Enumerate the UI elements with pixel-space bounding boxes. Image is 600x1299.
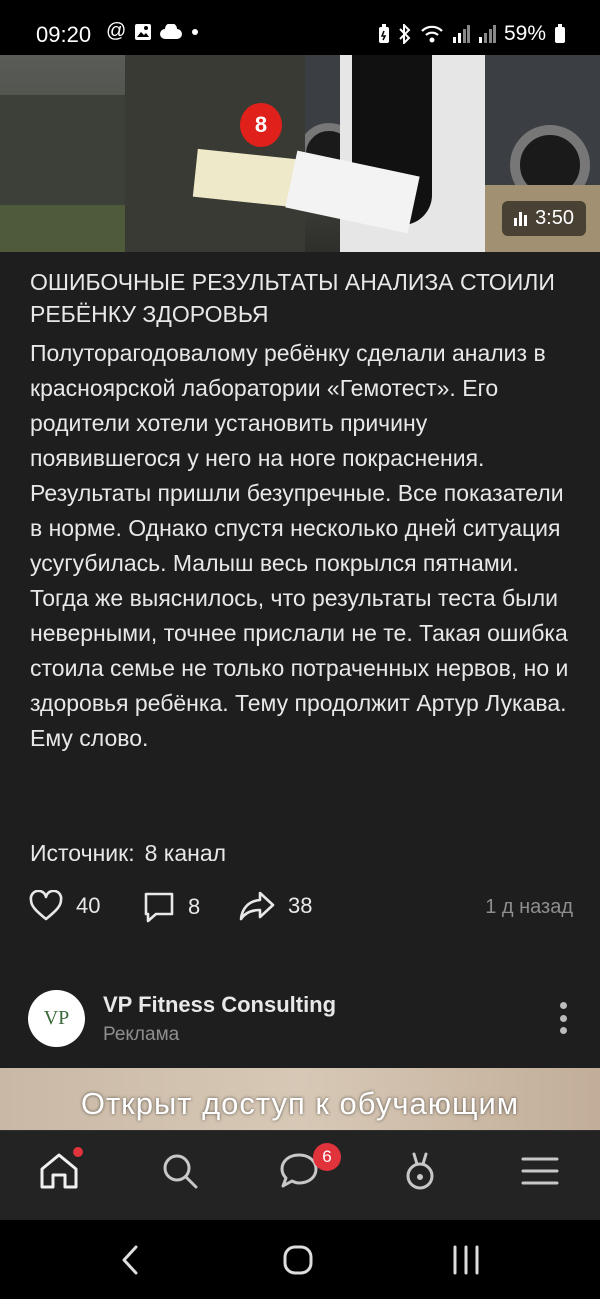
- battery-percent: 59%: [503, 22, 546, 45]
- video-bars-icon: [514, 211, 528, 226]
- nav-search[interactable]: [158, 1149, 202, 1193]
- home-icon: [40, 1153, 78, 1189]
- notification-icons: @: [106, 20, 200, 43]
- heart-icon: [29, 890, 63, 921]
- clips-icon: [406, 1152, 434, 1190]
- video-duration-badge: 3:50: [502, 201, 586, 236]
- dot-icon: [192, 28, 199, 35]
- status-bar: 09:20 @ 59%: [0, 0, 600, 60]
- share-icon: [239, 891, 275, 921]
- like-button[interactable]: 40: [28, 890, 100, 922]
- home-circle-icon: [283, 1245, 313, 1275]
- microphone-logo: 8: [240, 103, 282, 147]
- ad-label: Реклама: [103, 1024, 180, 1045]
- ad-author-name[interactable]: VP Fitness Consulting: [103, 992, 336, 1018]
- ad-avatar-logo: VP: [43, 1007, 70, 1029]
- bottom-navigation: 6: [0, 1130, 600, 1220]
- nav-menu[interactable]: [518, 1149, 562, 1193]
- system-back-button[interactable]: [110, 1242, 150, 1278]
- messages-badge: 6: [313, 1143, 341, 1171]
- source-label: Источник:: [30, 840, 135, 866]
- search-icon: [163, 1154, 198, 1189]
- bluetooth-icon: [399, 24, 411, 44]
- ad-avatar[interactable]: VP: [28, 990, 85, 1047]
- more-options-icon[interactable]: [558, 1002, 568, 1034]
- battery-saver-icon: [378, 24, 389, 43]
- like-count: 40: [76, 893, 101, 918]
- battery-icon: [555, 24, 565, 43]
- post-time: 1 д назад: [485, 896, 573, 918]
- video-thumbnail[interactable]: 8 3:50: [0, 55, 600, 252]
- system-home-button[interactable]: [278, 1242, 318, 1278]
- signal-icon: [452, 25, 470, 43]
- source-link[interactable]: 8 канал: [145, 840, 226, 866]
- video-duration: 3:50: [535, 207, 574, 229]
- home-notification-dot: [73, 1147, 83, 1157]
- system-recents-button[interactable]: [446, 1242, 486, 1278]
- wifi-icon: [421, 25, 443, 43]
- system-icons: 59%: [378, 22, 566, 46]
- system-navigation-bar: [0, 1220, 600, 1299]
- comment-count: 8: [188, 894, 201, 919]
- comment-icon: [144, 892, 174, 923]
- nav-home[interactable]: [37, 1147, 83, 1193]
- share-button[interactable]: 38: [238, 890, 312, 922]
- comment-button[interactable]: 8: [142, 890, 200, 924]
- back-icon: [122, 1245, 138, 1275]
- recents-icon: [453, 1245, 479, 1275]
- post-body: Полуторагодовалому ребёнку сделали анали…: [30, 340, 569, 751]
- ad-banner-text: Открыт доступ к обучающим: [80, 1086, 520, 1121]
- ad-banner[interactable]: Открыт доступ к обучающим: [0, 1068, 600, 1130]
- post-source: Источник: 8 канал: [30, 840, 226, 867]
- nav-clips[interactable]: [398, 1149, 442, 1193]
- cloud-icon: [160, 23, 183, 39]
- post-actions: 40 8 38 1 д назад: [28, 890, 573, 930]
- share-count: 38: [288, 893, 313, 918]
- menu-icon: [521, 1157, 559, 1185]
- post-title: ОШИБОЧНЫЕ РЕЗУЛЬТАТЫ АНАЛИЗА СТОИЛИ РЕБЁ…: [30, 269, 555, 327]
- signal-icon: [478, 25, 496, 43]
- nav-messages[interactable]: 6: [277, 1143, 341, 1193]
- status-time: 09:20: [36, 22, 92, 47]
- gallery-icon: [135, 23, 152, 40]
- at-icon: @: [106, 20, 127, 42]
